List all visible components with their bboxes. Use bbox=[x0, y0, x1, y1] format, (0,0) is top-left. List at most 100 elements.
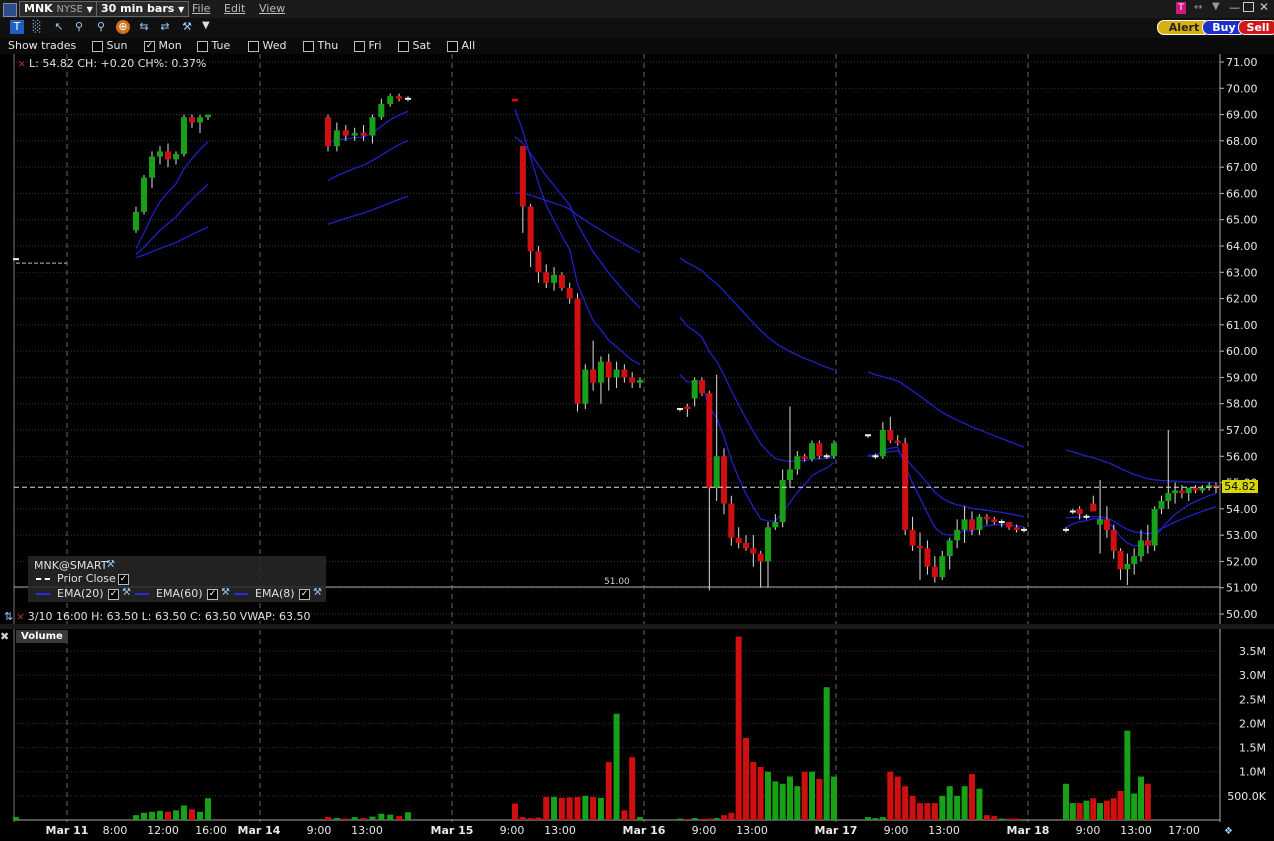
arrows-icon[interactable]: ↔ bbox=[1194, 2, 1202, 13]
price-tick-label: 54.00 bbox=[1226, 503, 1258, 516]
candle-doji bbox=[1021, 528, 1027, 531]
day-checkbox-all[interactable]: All bbox=[447, 39, 475, 52]
checkbox-box bbox=[197, 40, 208, 52]
volume-bar bbox=[149, 811, 155, 820]
price-tick-label: 57.00 bbox=[1226, 424, 1258, 437]
candle-body bbox=[794, 456, 801, 470]
menu-view[interactable]: View bbox=[259, 2, 285, 15]
volume-bar bbox=[1097, 803, 1104, 820]
candle-body bbox=[902, 443, 909, 530]
close-panel-icon[interactable]: ✖ bbox=[0, 630, 9, 643]
volume-bar bbox=[1090, 798, 1097, 820]
maximize-icon[interactable] bbox=[1243, 2, 1254, 12]
scroll-icon[interactable]: ⇄ bbox=[158, 20, 172, 34]
timeframe-selector[interactable]: 30 min bars ▼ bbox=[96, 1, 190, 17]
day-checkbox-sat[interactable]: Sat bbox=[398, 39, 431, 52]
volume-bar bbox=[1013, 818, 1020, 820]
candle-doji bbox=[677, 407, 683, 410]
candle-body bbox=[189, 117, 195, 123]
checkbox-check-icon[interactable]: ✓ bbox=[299, 589, 310, 600]
bar-style-icon[interactable]: ░ bbox=[30, 20, 44, 34]
volume-bar bbox=[750, 762, 757, 820]
zoom-out-icon[interactable]: ⚲ bbox=[94, 20, 108, 34]
volume-bar bbox=[998, 818, 1005, 820]
wrench-icon[interactable]: ⚒ bbox=[180, 20, 194, 34]
candle-body bbox=[1090, 503, 1097, 512]
price-tick: 61.00 bbox=[1220, 319, 1258, 332]
close-icon[interactable]: ✕ bbox=[1259, 0, 1269, 14]
candle bbox=[512, 98, 518, 102]
symbol-selector[interactable]: MNK NYSE ▼ bbox=[19, 1, 98, 17]
volume-bar bbox=[1083, 800, 1090, 820]
app-icon bbox=[3, 3, 17, 17]
candle-body bbox=[181, 117, 187, 154]
indicator-legend: MNK@SMART ⚒ Prior Close ✓ EMA(20) ✓ ⚒ EM… bbox=[28, 556, 326, 602]
candle-body bbox=[887, 430, 894, 441]
candle-body bbox=[713, 456, 720, 488]
volume-bar bbox=[961, 786, 968, 820]
day-checkbox-sun[interactable]: Sun bbox=[92, 39, 127, 52]
chevron-down-icon[interactable]: ▼ bbox=[1212, 1, 1220, 12]
volume-bar bbox=[721, 815, 727, 820]
menu-file[interactable]: File bbox=[192, 2, 210, 15]
menu-edit[interactable]: Edit bbox=[224, 2, 245, 15]
volume-bar bbox=[333, 818, 340, 820]
crosshair-icon[interactable]: ⊕ bbox=[116, 20, 130, 34]
wrench-icon[interactable]: ⚒ bbox=[122, 587, 131, 598]
plot-bg bbox=[14, 54, 1220, 820]
legend-ema8: EMA(8) bbox=[255, 587, 295, 600]
volume-bar bbox=[735, 636, 742, 820]
wrench-icon[interactable]: ⚒ bbox=[106, 559, 115, 570]
candle-body bbox=[1138, 540, 1144, 557]
pointer-icon[interactable]: ↖ bbox=[52, 20, 66, 34]
hover-data-line: ⇅ ✕ 3/10 16:00 H: 63.50 L: 63.50 C: 63.5… bbox=[4, 610, 310, 623]
volume-bar bbox=[351, 817, 358, 820]
candle bbox=[325, 114, 331, 152]
text-tool-icon[interactable]: T bbox=[10, 20, 24, 34]
volume-bar bbox=[879, 817, 886, 820]
candle-body bbox=[1158, 500, 1165, 509]
scroll-end-icon[interactable]: ❖ bbox=[1224, 826, 1233, 837]
volume-bar bbox=[728, 812, 735, 820]
price-tick-label: 51.00 bbox=[1226, 582, 1258, 595]
sell-button[interactable]: Sell bbox=[1238, 20, 1274, 35]
volume-bar bbox=[197, 811, 203, 820]
panel-divider bbox=[0, 624, 1274, 629]
price-tick: 52.00 bbox=[1220, 555, 1258, 568]
price-tick-label: 65.00 bbox=[1226, 214, 1258, 227]
volume-bar bbox=[1103, 800, 1110, 820]
day-checkbox-thu[interactable]: Thu bbox=[303, 39, 338, 52]
candle-body bbox=[961, 519, 968, 530]
candle-body bbox=[205, 114, 211, 118]
checkbox-check-icon[interactable]: ✓ bbox=[108, 589, 119, 600]
zoom-in-icon[interactable]: ⚲ bbox=[72, 20, 86, 34]
day-checkbox-tue[interactable]: Tue bbox=[197, 39, 230, 52]
volume-bar bbox=[527, 818, 534, 820]
day-checkbox-wed[interactable]: Wed bbox=[248, 39, 286, 52]
wrench-icon[interactable]: ⚒ bbox=[221, 587, 230, 598]
link-group-icon[interactable]: T bbox=[1176, 2, 1186, 14]
price-tick: 56.00 bbox=[1220, 450, 1258, 463]
volume-bar bbox=[743, 737, 749, 820]
candle-body bbox=[613, 369, 620, 378]
candle-body bbox=[574, 298, 581, 404]
volume-bar bbox=[141, 812, 147, 820]
checkbox-check-icon[interactable]: ✓ bbox=[118, 574, 129, 585]
pan-icon[interactable]: ⇆ bbox=[137, 20, 151, 34]
time-tick-label: 13:00 bbox=[544, 824, 576, 837]
price-tick-label: 59.00 bbox=[1226, 371, 1258, 384]
checkbox-check-icon[interactable]: ✓ bbox=[207, 589, 218, 600]
candle-body bbox=[342, 130, 349, 136]
legend-ema60: EMA(60) bbox=[156, 587, 203, 600]
candle-body bbox=[1199, 487, 1206, 491]
candle-body bbox=[1110, 529, 1117, 551]
volume-bar bbox=[396, 816, 403, 820]
minimize-icon[interactable]: — bbox=[1229, 1, 1240, 14]
price-chart[interactable]: 71.00 70.00 69.00 68.00 67.00 66.00 65.00 64.00… bbox=[0, 54, 1274, 841]
candle-body bbox=[543, 272, 550, 283]
wrench-icon[interactable]: ⚒ bbox=[313, 587, 322, 598]
day-checkbox-fri[interactable]: Fri bbox=[354, 39, 382, 52]
chevron-down-icon[interactable]: ▼ bbox=[202, 20, 210, 31]
day-checkbox-mon[interactable]: ✓ Mon bbox=[144, 39, 182, 52]
candle-doji bbox=[405, 97, 411, 100]
